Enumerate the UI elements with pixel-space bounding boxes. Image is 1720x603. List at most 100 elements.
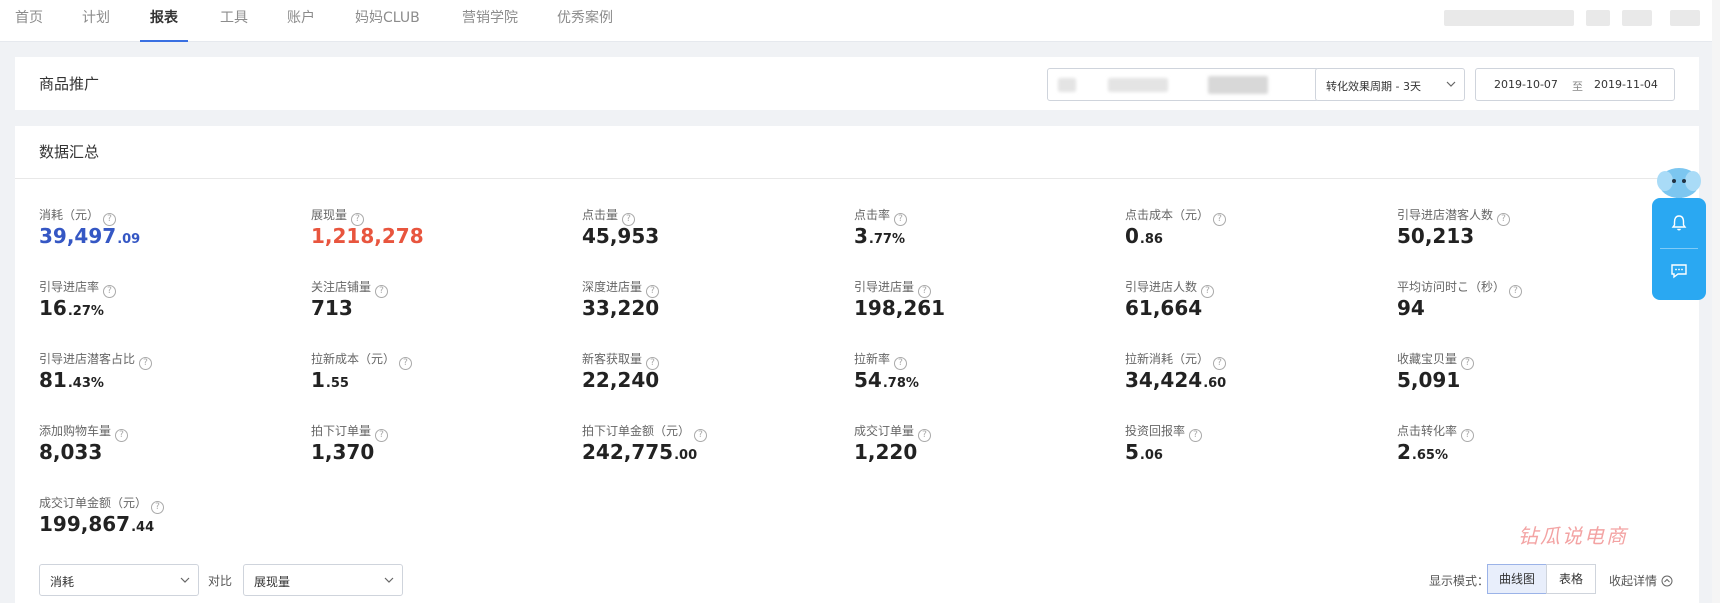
metric-value: 242,775.00: [582, 440, 697, 464]
metric-label: 收藏宝贝量?: [1397, 350, 1475, 370]
question-icon[interactable]: ?: [139, 357, 153, 370]
question-icon[interactable]: ?: [918, 429, 932, 442]
metric-item: 平均访问时こ（秒）? 94: [1397, 278, 1657, 328]
metric-item: 展现量? 1,218,278: [311, 206, 571, 256]
metric-value-integer: 54: [854, 368, 882, 392]
metric-item: 新客获取量? 22,240: [582, 350, 842, 400]
data-summary-card: 数据汇总 消耗（元）? 39,497.09 展现量? 1,218,278 点击量? 45,…: [15, 126, 1699, 603]
metric-value: 199,867.44: [39, 512, 154, 536]
metric-item: 投资回报率? 5.06: [1125, 422, 1385, 472]
metric-label: 点击转化率?: [1397, 422, 1475, 442]
question-icon[interactable]: ?: [1497, 213, 1511, 226]
nav-item[interactable]: 账户: [287, 0, 317, 42]
metric-value-integer: 34,424: [1125, 368, 1203, 392]
metric-value-decimal: .06: [1139, 448, 1163, 463]
compare-label: 对比: [208, 574, 233, 588]
metric-label: 展现量?: [311, 206, 365, 226]
nav-item[interactable]: 首页: [15, 0, 45, 42]
metric-a-select[interactable]: 消耗: [39, 564, 199, 596]
metric-value-integer: 1,218,278: [311, 224, 424, 248]
nav-item[interactable]: 计划: [82, 0, 112, 42]
conversion-period-select[interactable]: 转化效果周期 - 3天: [1315, 68, 1465, 101]
question-icon[interactable]: ?: [375, 429, 389, 442]
metric-label: 新客获取量?: [582, 350, 660, 370]
scrollbar[interactable]: [1712, 0, 1720, 603]
metric-value: 198,261: [854, 296, 946, 320]
metric-value: 1.55: [311, 368, 349, 392]
nav-item[interactable]: 妈妈CLUB: [355, 0, 425, 42]
metric-item: 拍下订单量? 1,370: [311, 422, 571, 472]
metric-label-text: 引导进店率: [39, 280, 100, 294]
question-icon[interactable]: ?: [399, 357, 413, 370]
metric-label-text: 引导进店潜客占比: [39, 352, 136, 366]
chat-icon[interactable]: [1670, 262, 1688, 280]
question-icon[interactable]: ?: [1509, 285, 1523, 298]
metric-value-integer: 5,091: [1397, 368, 1461, 392]
metric-value-integer: 0: [1125, 224, 1139, 248]
metric-label: 引导进店量?: [854, 278, 932, 298]
metric-value-decimal: .09: [117, 232, 141, 247]
metric-value-integer: 16: [39, 296, 67, 320]
chevron-down-icon: [384, 577, 394, 583]
collapse-details-link[interactable]: 收起详情: [1609, 572, 1673, 589]
account-info-blurred: [1444, 10, 1574, 26]
metric-value-integer: 1,370: [311, 440, 375, 464]
nav-item[interactable]: 工具: [220, 0, 250, 42]
mode-table-button[interactable]: 表格: [1546, 564, 1596, 594]
watermark-text: 钻瓜说电商: [1518, 524, 1628, 548]
metric-item: 添加购物车量? 8,033: [39, 422, 299, 472]
metric-item: 消耗（元）? 39,497.09: [39, 206, 299, 256]
metric-label: 成交订单金额（元）?: [39, 494, 165, 514]
question-icon[interactable]: ?: [1461, 429, 1475, 442]
question-icon[interactable]: ?: [1189, 429, 1203, 442]
metric-label-text: 添加购物车量: [39, 424, 112, 438]
metric-value: 5.06: [1125, 440, 1163, 464]
metric-label: 引导进店潜客占比?: [39, 350, 153, 370]
metric-item: 拍下订单金额（元）? 242,775.00: [582, 422, 842, 472]
metric-label: 深度进店量?: [582, 278, 660, 298]
metric-label-text: 点击量: [582, 208, 619, 222]
metric-item: 引导进店量? 198,261: [854, 278, 1114, 328]
metric-value-integer: 1: [311, 368, 325, 392]
metric-value-integer: 94: [1397, 296, 1425, 320]
nav-item[interactable]: 优秀案例: [557, 0, 617, 42]
chevron-up-circle-icon: [1661, 575, 1673, 587]
metric-value: 61,664: [1125, 296, 1203, 320]
metric-label-text: 引导进店人数: [1125, 280, 1198, 294]
metric-value-decimal: .86: [1139, 232, 1163, 247]
page-header-card: 商品推广 转化效果周期 - 3天 2019-10-07 至 2019-11-04: [15, 57, 1699, 110]
nav-item[interactable]: 营销学院: [462, 0, 522, 42]
metric-value: 54.78%: [854, 368, 919, 392]
divider: [15, 178, 1699, 179]
mode-chart-button[interactable]: 曲线图: [1487, 564, 1547, 594]
date-separator: 至: [1572, 80, 1583, 93]
metric-label-text: 点击成本（元）: [1125, 208, 1210, 222]
metric-label: 投资回报率?: [1125, 422, 1203, 442]
question-icon[interactable]: ?: [1213, 213, 1227, 226]
metric-label-text: 拉新率: [854, 352, 891, 366]
metric-label: 引导进店人数?: [1125, 278, 1215, 298]
metric-value-integer: 50,213: [1397, 224, 1475, 248]
metric-label-text: 平均访问时こ（秒）: [1397, 280, 1506, 294]
metric-label-text: 成交订单量: [854, 424, 915, 438]
metric-item: 成交订单量? 1,220: [854, 422, 1114, 472]
metric-b-select[interactable]: 展现量: [243, 564, 403, 596]
question-icon[interactable]: ?: [1461, 357, 1475, 370]
metric-label-text: 拉新成本（元）: [311, 352, 396, 366]
date-range-picker[interactable]: 2019-10-07 至 2019-11-04: [1475, 68, 1675, 101]
metric-label: 消耗（元）?: [39, 206, 117, 226]
metric-item: 深度进店量? 33,220: [582, 278, 842, 328]
blurred-select[interactable]: [1047, 68, 1319, 101]
nav-item[interactable]: 报表: [140, 0, 188, 42]
bell-icon[interactable]: [1670, 214, 1688, 232]
metric-value-decimal: .60: [1203, 376, 1227, 391]
question-icon[interactable]: ?: [375, 285, 389, 298]
metric-label: 关注店铺量?: [311, 278, 389, 298]
question-icon[interactable]: ?: [103, 285, 117, 298]
metric-label: 拍下订单量?: [311, 422, 389, 442]
question-icon[interactable]: ?: [115, 429, 129, 442]
metric-value: 5,091: [1397, 368, 1461, 392]
metric-value: 1,370: [311, 440, 375, 464]
metric-label-text: 投资回报率: [1125, 424, 1186, 438]
metric-label-text: 新客获取量: [582, 352, 643, 366]
